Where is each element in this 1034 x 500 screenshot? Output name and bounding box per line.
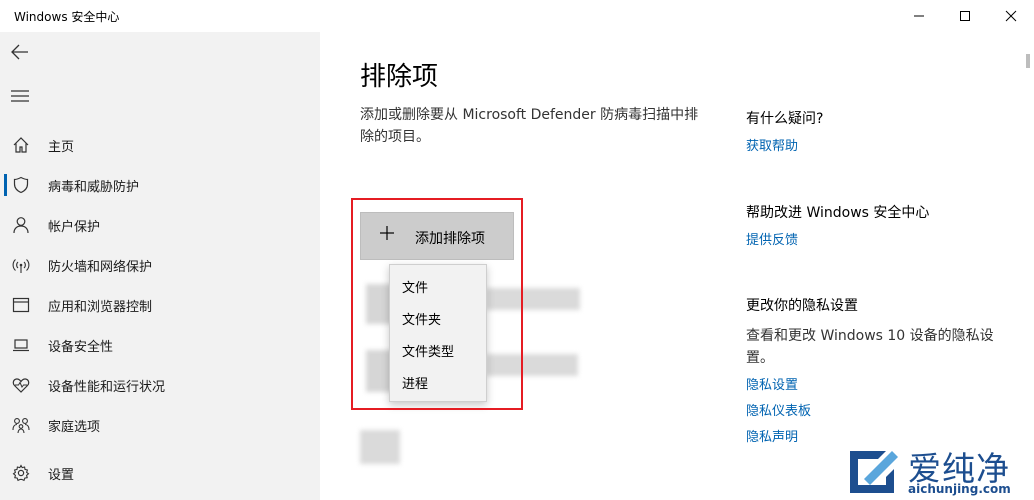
privacy-settings-link[interactable]: 隐私设置 [746,374,798,393]
sidebar-item-label: 主页 [48,140,75,155]
privacy-heading: 更改你的隐私设置 [746,298,858,314]
sidebar-item-family-options[interactable]: 家庭选项 [0,405,320,445]
family-icon [11,415,31,435]
main-content: 排除项 添加或删除要从 Microsoft Defender 防病毒扫描中排除的… [320,32,1034,500]
privacy-dashboard-link[interactable]: 隐私仪表板 [746,400,811,419]
sidebar-item-settings[interactable]: 设置 [0,453,320,493]
sidebar-item-label: 应用和浏览器控制 [48,300,153,315]
shield-icon [11,175,31,195]
sidebar-item-label: 设备安全性 [48,340,114,355]
sidebar-item-firewall[interactable]: 防火墙和网络保护 [0,245,320,285]
sidebar-item-label: 家庭选项 [48,420,101,435]
minimize-icon [914,15,924,17]
page-title: 排除项 [360,62,439,92]
feedback-link[interactable]: 提供反馈 [746,229,798,248]
redacted-item-icon [360,430,400,464]
menu-button[interactable] [0,76,40,116]
sidebar-item-label: 设置 [48,468,75,483]
sidebar: 主页 病毒和威胁防护 帐户保护 防火墙和网络保护 应用和浏览器控制 设备安全性 [0,32,320,500]
watermark-url: aichunjing.com [908,482,1011,496]
sidebar-item-label: 帐户保护 [48,220,101,235]
help-heading: 有什么疑问? [746,111,824,127]
app-window-icon [11,295,31,315]
page-description: 添加或删除要从 Microsoft Defender 防病毒扫描中排除的项目。 [360,107,699,145]
selection-indicator [4,174,7,196]
minimize-button[interactable] [896,0,942,32]
person-icon [11,215,31,235]
sidebar-item-device-health[interactable]: 设备性能和运行状况 [0,365,320,405]
watermark-logo-icon [850,451,898,493]
sidebar-item-label: 防火墙和网络保护 [48,260,153,275]
maximize-icon [960,11,970,21]
close-button[interactable] [988,0,1034,32]
privacy-statement-link[interactable]: 隐私声明 [746,426,798,445]
close-icon [1005,10,1017,22]
gear-icon [11,463,31,483]
sidebar-item-device-security[interactable]: 设备安全性 [0,325,320,365]
watermark: 爱纯净 aichunjing.com [842,444,1034,500]
laptop-icon [11,335,31,355]
sidebar-item-account-protection[interactable]: 帐户保护 [0,205,320,245]
back-button[interactable] [0,32,40,72]
wireless-icon [11,255,31,275]
highlight-box [351,198,523,410]
sidebar-item-home[interactable]: 主页 [0,125,320,165]
back-arrow-icon [11,44,28,60]
heart-pulse-icon [11,375,31,395]
get-help-link[interactable]: 获取帮助 [746,135,798,154]
sidebar-item-label: 设备性能和运行状况 [48,380,166,395]
sidebar-item-label: 病毒和威胁防护 [48,180,140,195]
home-icon [11,135,31,155]
title-bar: Windows 安全中心 [0,0,1034,32]
improve-heading: 帮助改进 Windows 安全中心 [746,205,930,221]
privacy-description: 查看和更改 Windows 10 设备的隐私设置。 [746,328,994,366]
window-title: Windows 安全中心 [14,10,120,24]
sidebar-item-virus-protection[interactable]: 病毒和威胁防护 [0,165,320,205]
scrollbar-thumb[interactable] [1026,54,1030,68]
hamburger-icon [11,90,29,102]
maximize-button[interactable] [942,0,988,32]
sidebar-item-app-browser-control[interactable]: 应用和浏览器控制 [0,285,320,325]
